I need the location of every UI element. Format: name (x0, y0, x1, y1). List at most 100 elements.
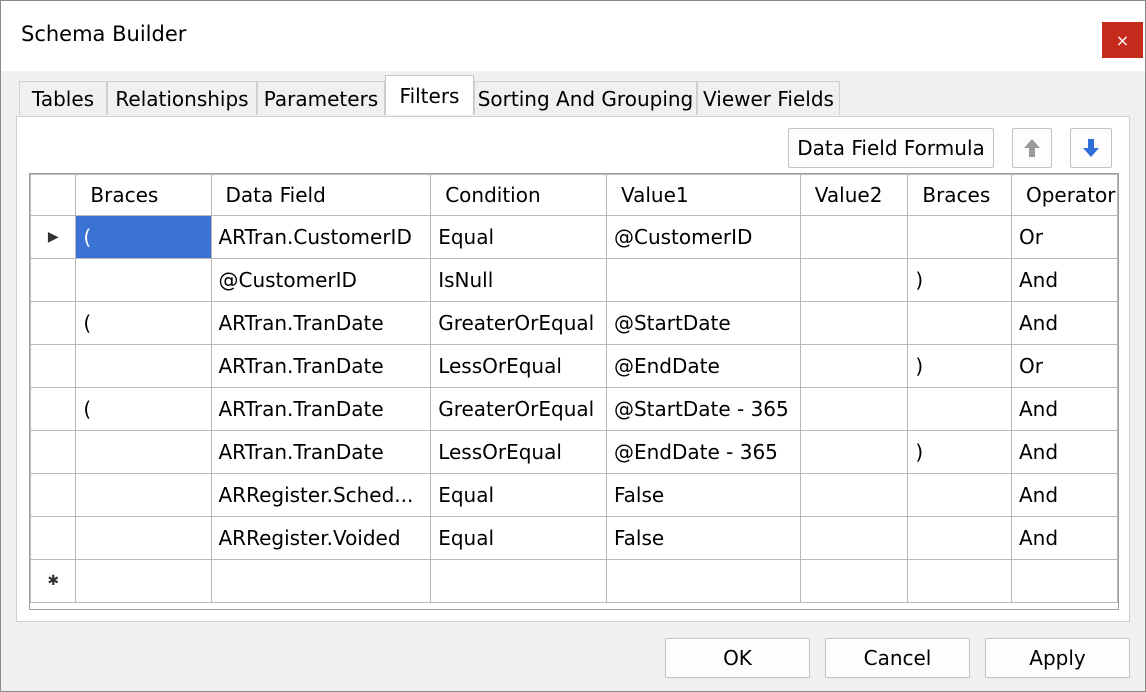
grid-cell[interactable]: ) (907, 258, 1012, 302)
tab-tables[interactable]: Tables (19, 81, 107, 115)
table-row[interactable]: @CustomerID IsNull ) And (30, 258, 1118, 302)
grid-cell[interactable]: @CustomerID (210, 258, 432, 302)
grid-cell[interactable] (799, 215, 909, 259)
grid-cell[interactable]: Or (1010, 344, 1118, 388)
column-header-value1[interactable]: Value1 (605, 174, 801, 216)
row-header[interactable] (30, 344, 77, 388)
grid-cell[interactable] (907, 559, 1012, 603)
table-row[interactable]: ARRegister.Voided Equal False And (30, 516, 1118, 560)
grid-cell[interactable] (75, 559, 212, 603)
grid-cell[interactable] (907, 473, 1012, 517)
grid-cell[interactable]: And (1010, 430, 1118, 474)
grid-cell[interactable]: LessOrEqual (430, 430, 607, 474)
grid-cell[interactable] (907, 516, 1012, 560)
table-row[interactable]: ARTran.TranDate LessOrEqual @EndDate ) O… (30, 344, 1118, 388)
table-row[interactable]: ARRegister.Sched... Equal False And (30, 473, 1118, 517)
grid-cell[interactable] (605, 258, 801, 302)
move-up-button[interactable] (1012, 128, 1052, 168)
grid-cell[interactable]: And (1010, 473, 1118, 517)
data-field-formula-button[interactable]: Data Field Formula (788, 128, 994, 168)
grid-cell[interactable] (75, 344, 212, 388)
column-header-braces-open[interactable]: Braces (75, 174, 212, 216)
grid-cell[interactable] (799, 301, 909, 345)
grid-cell[interactable]: False (605, 473, 801, 517)
grid-cell[interactable]: ( (75, 215, 212, 259)
row-header[interactable] (30, 516, 77, 560)
grid-cell[interactable]: ( (75, 387, 212, 431)
grid-cell[interactable]: False (605, 516, 801, 560)
grid-cell[interactable] (430, 559, 607, 603)
grid-cell[interactable]: GreaterOrEqual (430, 387, 607, 431)
move-down-button[interactable] (1070, 128, 1112, 168)
table-row[interactable]: ( ARTran.TranDate GreaterOrEqual @StartD… (30, 301, 1118, 345)
grid-cell[interactable]: ARTran.TranDate (210, 344, 432, 388)
grid-cell[interactable]: ARTran.CustomerID (210, 215, 432, 259)
table-row[interactable]: ARTran.TranDate LessOrEqual @EndDate - 3… (30, 430, 1118, 474)
grid-cell[interactable] (799, 387, 909, 431)
row-header[interactable] (30, 473, 77, 517)
tab-relationships[interactable]: Relationships (107, 81, 257, 115)
grid-cell[interactable] (907, 215, 1012, 259)
grid-cell[interactable] (799, 559, 909, 603)
grid-cell[interactable] (799, 430, 909, 474)
grid-cell[interactable]: Equal (430, 473, 607, 517)
column-header-value2[interactable]: Value2 (799, 174, 909, 216)
grid-cell[interactable]: ( (75, 301, 212, 345)
close-button[interactable]: × (1102, 22, 1143, 58)
grid-cell[interactable]: GreaterOrEqual (430, 301, 607, 345)
tab-sorting-and-grouping[interactable]: Sorting And Grouping (474, 81, 697, 115)
grid-cell[interactable] (799, 473, 909, 517)
grid-cell[interactable]: And (1010, 387, 1118, 431)
grid-cell[interactable] (75, 516, 212, 560)
grid-cell[interactable]: ARTran.TranDate (210, 301, 432, 345)
column-header-condition[interactable]: Condition (430, 174, 607, 216)
grid-cell[interactable]: And (1010, 516, 1118, 560)
grid-cell[interactable]: Equal (430, 215, 607, 259)
grid-cell[interactable]: And (1010, 258, 1118, 302)
grid-cell[interactable] (799, 344, 909, 388)
table-row[interactable]: ▶ ( ARTran.CustomerID Equal @CustomerID … (30, 215, 1118, 259)
grid-cell[interactable]: @StartDate - 365 (605, 387, 801, 431)
grid-cell[interactable] (799, 258, 909, 302)
grid-cell[interactable] (605, 559, 801, 603)
column-header-data-field[interactable]: Data Field (210, 174, 432, 216)
grid-cell[interactable]: ARRegister.Voided (210, 516, 432, 560)
row-header[interactable] (30, 430, 77, 474)
grid-cell[interactable]: ARTran.TranDate (210, 387, 432, 431)
grid-cell[interactable]: LessOrEqual (430, 344, 607, 388)
grid-cell[interactable]: ) (907, 430, 1012, 474)
row-header[interactable] (30, 387, 77, 431)
grid-cell[interactable]: @EndDate (605, 344, 801, 388)
apply-button[interactable]: Apply (985, 638, 1130, 678)
tab-viewer-fields[interactable]: Viewer Fields (697, 81, 840, 115)
row-header[interactable] (30, 258, 77, 302)
row-header[interactable] (30, 301, 77, 345)
grid-cell[interactable] (907, 387, 1012, 431)
table-row[interactable]: ( ARTran.TranDate GreaterOrEqual @StartD… (30, 387, 1118, 431)
ok-button[interactable]: OK (665, 638, 810, 678)
grid-cell[interactable]: ARTran.TranDate (210, 430, 432, 474)
grid-cell[interactable] (1010, 559, 1118, 603)
column-header-operator[interactable]: Operator (1010, 174, 1118, 216)
grid-cell[interactable]: And (1010, 301, 1118, 345)
grid-cell[interactable]: Equal (430, 516, 607, 560)
grid-cell[interactable]: IsNull (430, 258, 607, 302)
new-row[interactable]: ✱ (30, 559, 1118, 603)
grid-cell[interactable] (210, 559, 432, 603)
filters-grid[interactable]: Braces Data Field Condition Value1 Value… (29, 173, 1119, 610)
grid-cell[interactable]: Or (1010, 215, 1118, 259)
grid-cell[interactable] (799, 516, 909, 560)
grid-cell[interactable] (75, 430, 212, 474)
grid-cell[interactable]: @StartDate (605, 301, 801, 345)
grid-cell[interactable] (75, 258, 212, 302)
grid-cell[interactable]: @CustomerID (605, 215, 801, 259)
grid-cell[interactable]: ) (907, 344, 1012, 388)
tab-filters[interactable]: Filters (385, 75, 474, 115)
tab-parameters[interactable]: Parameters (257, 81, 385, 115)
grid-cell[interactable] (75, 473, 212, 517)
grid-cell[interactable]: ARRegister.Sched... (210, 473, 432, 517)
grid-cell[interactable]: @EndDate - 365 (605, 430, 801, 474)
cancel-button[interactable]: Cancel (825, 638, 970, 678)
grid-cell[interactable] (907, 301, 1012, 345)
column-header-braces-close[interactable]: Braces (907, 174, 1012, 216)
